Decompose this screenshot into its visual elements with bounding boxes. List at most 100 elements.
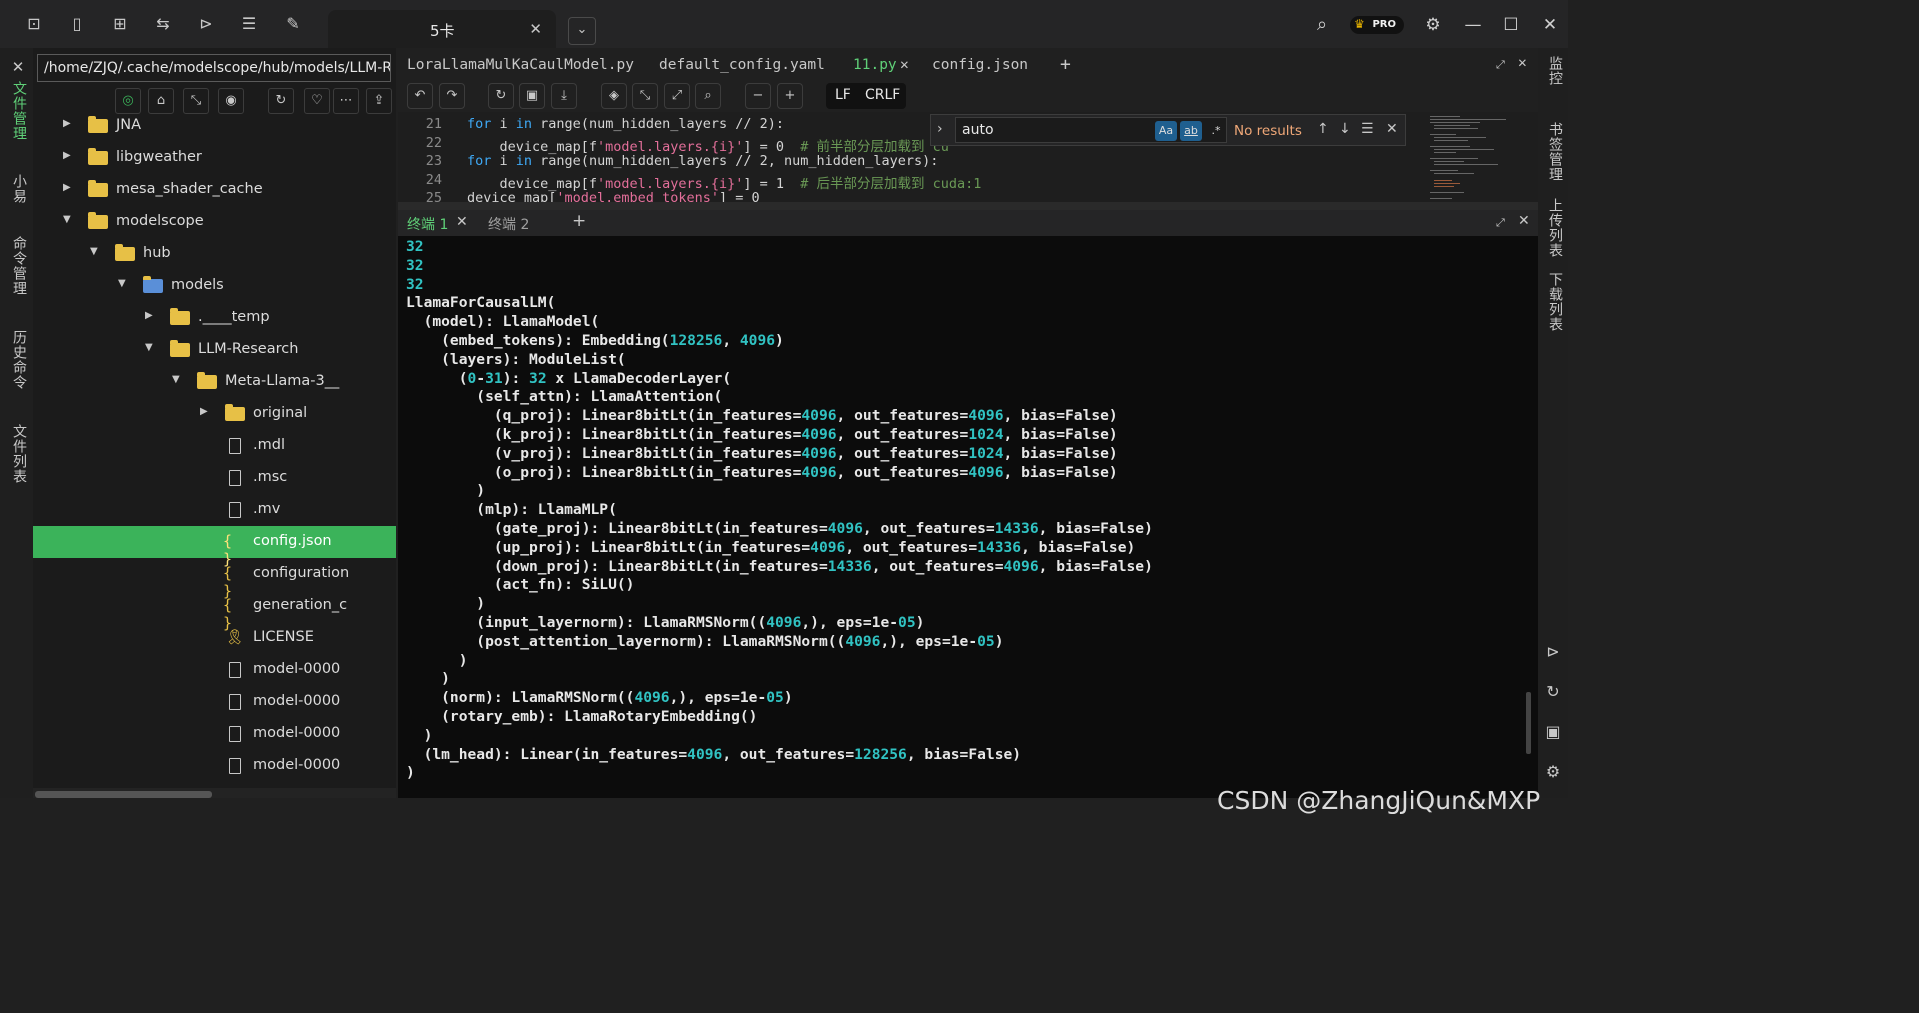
tree-row[interactable]: ▶ libgweather [33,142,396,174]
download-icon[interactable]: ⤓ [551,83,577,109]
whole-word-toggle[interactable]: ab [1180,121,1202,141]
tree-row[interactable]: ▶ JNA [33,110,396,142]
find-icon[interactable]: ⌕ [695,83,721,109]
gear-icon[interactable]: ⚙ [1543,762,1563,782]
match-case-toggle[interactable]: Aa [1155,121,1177,141]
path-input[interactable]: /home/ZJQ/.cache/modelscope/hub/models/L… [37,54,391,82]
tree-row[interactable]: .mv [33,494,396,526]
tree-row[interactable]: { } configuration [33,558,396,600]
add-terminal-button[interactable]: + [572,211,586,231]
chevron-right-icon[interactable]: ▶ [63,182,71,193]
sidebar-item-commands[interactable]: 命令管理 [9,236,29,296]
tree-row[interactable]: ▶ mesa_shader_cache [33,174,396,206]
zoom-out-icon[interactable]: − [745,83,771,109]
tree-row[interactable]: ▶ .____temp [33,302,396,334]
crlf-button[interactable]: CRLF [865,87,900,103]
chevron-right-icon[interactable]: ▶ [63,150,71,161]
terminal-scrollbar[interactable] [1526,692,1531,754]
reload-icon[interactable]: ↻ [488,83,514,109]
tree-row[interactable]: ▼ models [33,270,396,302]
tree-row[interactable]: model-0000 [33,750,396,782]
sidebar-item-monitor[interactable]: 监控 [1545,56,1565,86]
tab-lora-model[interactable]: LoraLlamaMulKaCaulModel.py [407,57,634,73]
maximize-panel-icon[interactable]: ⤢ [1496,216,1505,230]
panel-splitter[interactable] [398,202,1538,210]
sidebar-item-file-manager[interactable]: 文件管理 [9,81,29,141]
arrow-down-icon[interactable]: ↓ [1339,121,1351,137]
tab-11-py[interactable]: 11.py [853,57,897,73]
save-icon[interactable]: ▣ [519,83,545,109]
sidebar-item-bookmarks[interactable]: 书签管理 [1545,122,1565,182]
chevron-down-icon[interactable]: ▼ [118,278,126,289]
chevron-right-icon[interactable]: ▶ [63,118,71,129]
lf-button[interactable]: LF [835,87,851,103]
chevron-right-icon[interactable]: ▶ [145,310,153,321]
tree-row[interactable]: .msc [33,462,396,494]
terminal-output[interactable]: 32 32 32 LlamaForCausalLM( (model): LlamaMo… [398,236,1538,798]
terminal-icon[interactable]: ⊡ [24,14,44,34]
close-window-icon[interactable]: ✕ [1539,14,1561,36]
sidebar-item-uploads[interactable]: 上传列表 [1545,198,1565,258]
session-tab[interactable]: 5卡 ✕ [328,10,556,48]
chevron-right-icon[interactable]: ▶ [200,406,208,417]
close-icon[interactable]: ✕ [9,58,27,77]
tree-row[interactable]: model-0000 [33,718,396,750]
close-panel-icon[interactable]: ✕ [1518,55,1527,71]
maximize-panel-icon[interactable]: ⤢ [1496,58,1505,72]
tree-row[interactable]: ▼ hub [33,238,396,270]
search-icon[interactable]: ⌕ [1311,14,1333,36]
tree-row[interactable]: ▶ original [33,398,396,430]
chevron-down-icon[interactable]: ▼ [63,214,71,225]
wrench-icon[interactable]: ✎ [283,14,303,34]
chevron-down-icon[interactable]: ▼ [145,342,153,353]
tree-row[interactable]: { } config.json [33,526,396,568]
tree-row[interactable]: ▼ Meta-Llama-3__ [33,366,396,398]
tree-row[interactable]: .mdl [33,430,396,462]
tree-row[interactable]: ▼ modelscope [33,206,396,238]
redo-icon[interactable]: ↷ [439,83,465,109]
tab-terminal-1[interactable]: 终端 1 [407,214,448,234]
close-icon[interactable]: ✕ [529,20,542,38]
add-tab-button[interactable]: + [1060,54,1071,75]
close-panel-icon[interactable]: ✕ [1518,213,1530,229]
sidebar-item-history[interactable]: 历史命令 [9,330,29,390]
chevron-down-icon[interactable]: ▼ [172,374,180,385]
tab-default-config[interactable]: default_config.yaml [659,57,825,73]
terminal-icon[interactable]: ⊳ [1543,642,1563,662]
tree-row[interactable]: ▼ LLM-Research [33,334,396,366]
shell-icon[interactable]: ⊳ [196,14,216,34]
close-icon[interactable]: ✕ [456,214,468,230]
chevron-down-icon[interactable]: ▼ [90,246,98,257]
tree-row[interactable]: 🎗 LICENSE [33,622,396,654]
pro-badge[interactable]: ♛ PRO [1350,16,1404,34]
save-icon[interactable]: ▣ [1543,722,1563,742]
tree-icon[interactable]: ⇆ [153,14,173,34]
compass-icon[interactable]: ◈ [601,83,627,109]
refresh-icon[interactable]: ↻ [1543,682,1563,702]
zoom-in-icon[interactable]: + [777,83,803,109]
arrow-up-icon[interactable]: ↑ [1317,121,1329,137]
minimize-icon[interactable]: — [1462,14,1484,36]
gear-icon[interactable]: ⚙ [1422,14,1444,36]
undo-icon[interactable]: ↶ [407,83,433,109]
grid-icon[interactable]: ⊞ [110,14,130,34]
close-icon[interactable]: ✕ [900,57,909,73]
bookmark-icon[interactable]: ▯ [67,14,87,34]
tab-terminal-2[interactable]: 终端 2 [488,214,529,234]
tree-row[interactable]: { } generation_c [33,590,396,632]
sidebar-item-xiaoyi[interactable]: 小易 [9,174,29,204]
chevron-right-icon[interactable]: › [937,121,943,137]
regex-toggle[interactable]: .* [1205,121,1227,141]
tree-row[interactable]: model-0000 [33,686,396,718]
expand-icon[interactable]: ⤢ [664,83,690,109]
sidebar-item-downloads[interactable]: 下载列表 [1545,272,1565,332]
tab-config-json[interactable]: config.json [932,57,1028,73]
minimap[interactable] [1428,112,1538,204]
selection-icon[interactable]: ☰ [1361,121,1374,137]
tree-row[interactable]: model-0000 [33,654,396,686]
tab-dropdown-button[interactable]: ⌄ [568,17,596,45]
sidebar-item-file-list[interactable]: 文件列表 [9,424,29,484]
scroll-thumb[interactable] [35,791,212,798]
close-find-icon[interactable]: ✕ [1386,121,1398,137]
shrink-icon[interactable]: ⤡ [632,83,658,109]
